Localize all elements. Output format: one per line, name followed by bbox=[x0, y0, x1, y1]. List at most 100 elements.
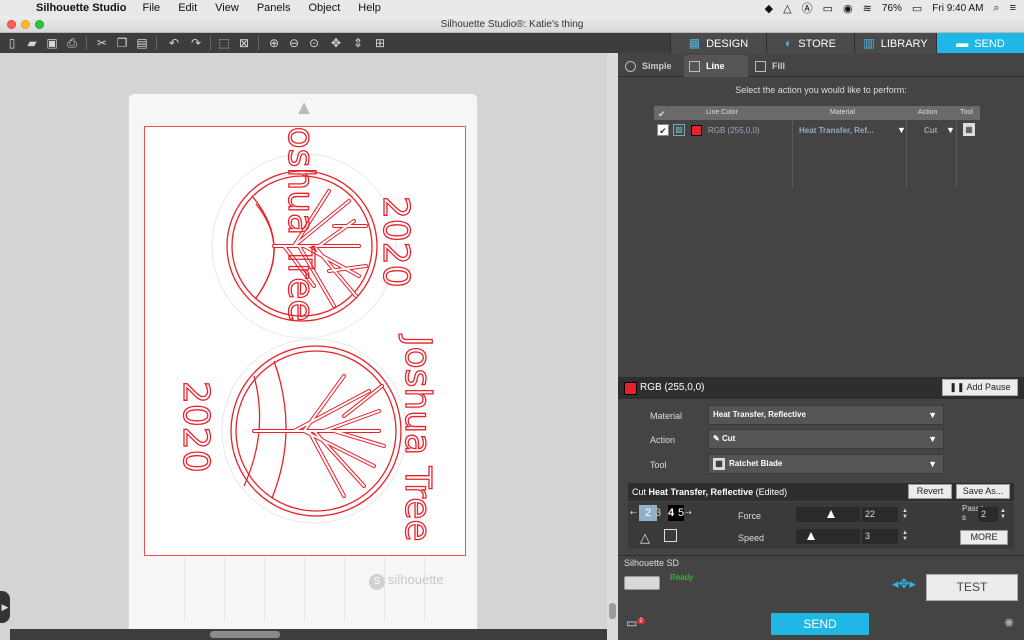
undo-icon[interactable]: ↶ bbox=[166, 35, 182, 51]
menu-app-name[interactable]: Silhouette Studio bbox=[36, 2, 126, 14]
speed-stepper-icon[interactable]: ▲ ▼ bbox=[902, 530, 908, 542]
speed-slider[interactable] bbox=[796, 529, 860, 544]
revert-button[interactable]: Revert bbox=[908, 484, 952, 499]
new-document-icon[interactable]: ▯ bbox=[4, 35, 20, 51]
gear-icon[interactable]: ✺ bbox=[1004, 616, 1014, 630]
spotlight-icon[interactable]: ⌕ bbox=[993, 2, 999, 15]
force-stepper-icon[interactable]: ▲ ▼ bbox=[902, 508, 908, 520]
ratchet-blade-icon: ▦ bbox=[713, 458, 725, 470]
panel-expand-handle[interactable]: ▶ bbox=[0, 591, 10, 623]
more-button[interactable]: MORE bbox=[960, 530, 1008, 545]
selected-color-bar: RGB (255,0,0) ❚❚ Add Pause bbox=[618, 377, 1024, 399]
vertical-scroll-thumb[interactable] bbox=[609, 603, 616, 619]
cutting-mat[interactable]: ▲ Joshua Tree 2020 Joshua Tree 2020 S si… bbox=[128, 93, 478, 638]
blade-depth-left-icon[interactable]: ⇠ bbox=[630, 508, 637, 517]
device-name[interactable]: Silhouette SD bbox=[624, 558, 679, 568]
device-status: Ready bbox=[670, 573, 694, 582]
window-title: Silhouette Studio®: Katie's thing bbox=[440, 19, 584, 30]
design-artwork[interactable]: Joshua Tree 2020 Joshua Tree 2020 bbox=[144, 126, 466, 556]
row-material-chevron-icon[interactable]: ▼ bbox=[897, 125, 906, 135]
speed-slider-knob[interactable] bbox=[807, 532, 816, 540]
tab-line[interactable]: Line bbox=[684, 55, 748, 77]
fit-to-page-icon[interactable]: ⇕ bbox=[350, 35, 366, 51]
force-value[interactable]: 22 bbox=[862, 507, 898, 522]
menu-view[interactable]: View bbox=[215, 2, 239, 14]
row-enable-checkbox[interactable]: ✔ bbox=[657, 124, 669, 136]
open-folder-icon[interactable]: ▰ bbox=[24, 35, 40, 51]
canvas-horizontal-scrollbar[interactable] bbox=[10, 629, 607, 640]
horizontal-scroll-thumb[interactable] bbox=[210, 631, 280, 638]
design-canvas[interactable]: ▲ Joshua Tree 2020 Joshua Tree 2020 S si… bbox=[0, 53, 618, 640]
zoom-select-icon[interactable]: ⊙ bbox=[306, 35, 322, 51]
add-pause-button[interactable]: ❚❚ Add Pause bbox=[942, 379, 1018, 396]
menu-object[interactable]: Object bbox=[308, 2, 340, 14]
print-icon[interactable]: ⎙ bbox=[64, 35, 80, 51]
dropbox-icon[interactable]: ◆ bbox=[765, 2, 773, 15]
tab-design[interactable]: ▦ DESIGN bbox=[670, 33, 766, 53]
toolbar-divider bbox=[210, 36, 211, 50]
menu-edit[interactable]: Edit bbox=[178, 2, 197, 14]
battery-icon[interactable]: ▭ bbox=[912, 2, 922, 15]
move-arrows-icon[interactable]: ◂✥▸ bbox=[892, 576, 916, 596]
square-icon[interactable] bbox=[664, 529, 677, 542]
deselect-icon[interactable]: ⊠ bbox=[236, 35, 252, 51]
design-grid-icon: ▦ bbox=[688, 36, 701, 50]
notification-center-icon[interactable]: ≡ bbox=[1010, 2, 1016, 14]
row-action-dropdown[interactable]: Cut bbox=[924, 126, 937, 135]
pan-icon[interactable]: ✥ bbox=[328, 35, 344, 51]
zoom-out-icon[interactable]: ⊖ bbox=[286, 35, 302, 51]
tab-send[interactable]: ▬ SEND bbox=[936, 33, 1024, 53]
chat-icon[interactable]: ◉ bbox=[843, 2, 853, 15]
window-close-button[interactable] bbox=[7, 20, 16, 29]
top-emblem[interactable]: Joshua Tree 2020 bbox=[211, 126, 417, 339]
select-all-icon[interactable]: ⬚ bbox=[216, 35, 232, 51]
cut-icon[interactable]: ✂ bbox=[94, 35, 110, 51]
table-row[interactable]: ✔ ▨ RGB (255,0,0) Heat Transfer, Ref... … bbox=[654, 123, 980, 139]
tab-simple[interactable]: Simple bbox=[620, 55, 682, 77]
tool-label: Tool bbox=[650, 460, 667, 470]
canvas-vertical-scrollbar[interactable] bbox=[607, 53, 618, 640]
menu-help[interactable]: Help bbox=[358, 2, 381, 14]
toolbar-divider bbox=[86, 36, 87, 50]
window-minimize-button[interactable] bbox=[21, 20, 30, 29]
wifi-icon[interactable]: ≋ bbox=[863, 2, 872, 15]
row-material-dropdown[interactable]: Heat Transfer, Ref... bbox=[799, 126, 874, 135]
cut-settings-header: Cut Heat Transfer, Reflective (Edited) R… bbox=[628, 483, 1014, 501]
adobe-icon[interactable]: Ⓐ bbox=[802, 0, 813, 16]
row-color-swatch bbox=[691, 125, 702, 136]
window-zoom-button[interactable] bbox=[35, 20, 44, 29]
paste-icon[interactable]: ▤ bbox=[134, 35, 150, 51]
save-as-button[interactable]: Save As... bbox=[956, 484, 1010, 499]
force-slider[interactable] bbox=[796, 507, 860, 522]
menu-panels[interactable]: Panels bbox=[257, 2, 291, 14]
add-page-icon[interactable]: ⊞ bbox=[372, 35, 388, 51]
test-button[interactable]: TEST bbox=[926, 574, 1018, 601]
redo-icon[interactable]: ↷ bbox=[188, 35, 204, 51]
tool-dropdown[interactable]: ▦ Ratchet Blade ▼ bbox=[708, 454, 944, 474]
zoom-in-icon[interactable]: ⊕ bbox=[266, 35, 282, 51]
blade-depth-right-icon[interactable]: ⇢ bbox=[685, 508, 692, 517]
bottom-emblem[interactable]: Joshua Tree 2020 bbox=[174, 333, 438, 542]
menubar-clock[interactable]: Fri 9:40 AM bbox=[932, 3, 983, 14]
selected-color-swatch bbox=[624, 382, 637, 395]
passes-stepper-icon[interactable]: ▲ ▼ bbox=[1000, 508, 1006, 520]
header-check-icon[interactable]: ✔ bbox=[658, 109, 666, 120]
material-dropdown[interactable]: Heat Transfer, Reflective ▼ bbox=[708, 405, 944, 425]
send-button[interactable]: SEND bbox=[771, 613, 869, 635]
tab-library[interactable]: ▥ LIBRARY bbox=[854, 33, 936, 53]
action-dropdown[interactable]: ✎ Cut ▼ bbox=[708, 429, 944, 449]
passes-value[interactable]: 2 bbox=[978, 507, 998, 522]
row-action-chevron-icon[interactable]: ▼ bbox=[946, 125, 955, 135]
save-icon[interactable]: ▣ bbox=[44, 35, 60, 51]
library-icon: ▥ bbox=[863, 36, 875, 50]
tab-store[interactable]: ◐ STORE bbox=[766, 33, 854, 53]
copy-icon[interactable]: ❐ bbox=[114, 35, 130, 51]
tab-fill[interactable]: Fill bbox=[750, 55, 810, 77]
force-slider-knob[interactable] bbox=[826, 510, 835, 518]
device-queue-icon[interactable]: ▭ 2 bbox=[626, 616, 645, 632]
airplay-icon[interactable]: ▭ bbox=[823, 2, 833, 15]
menu-file[interactable]: File bbox=[142, 2, 160, 14]
speed-value[interactable]: 3 bbox=[862, 529, 898, 544]
gdrive-icon[interactable]: △ bbox=[783, 2, 791, 15]
line-segment-icon[interactable]: △ bbox=[640, 530, 650, 546]
